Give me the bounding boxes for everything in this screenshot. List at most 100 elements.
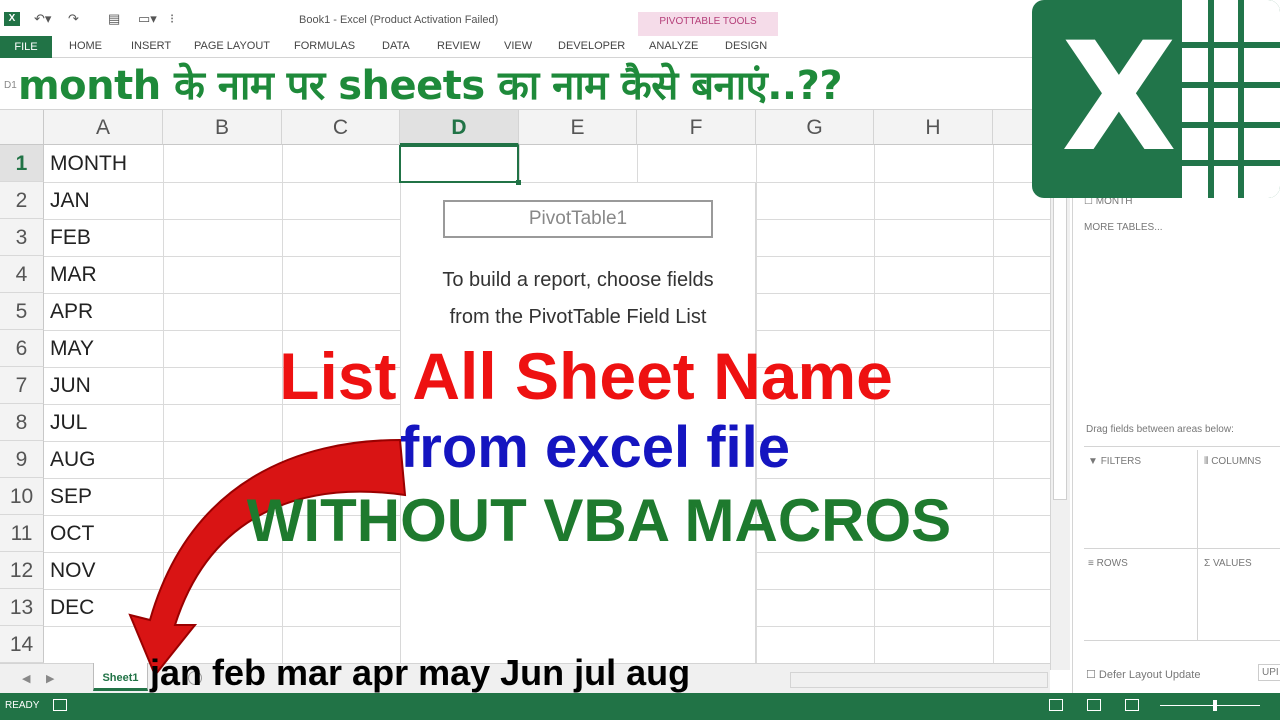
name-box[interactable]: D1 bbox=[4, 80, 17, 91]
filters-area[interactable]: ▼ FILTERS bbox=[1088, 456, 1141, 467]
zoom-slider[interactable] bbox=[1160, 705, 1260, 706]
row-header-8[interactable]: 8 bbox=[0, 404, 44, 441]
tab-insert[interactable]: INSERT bbox=[131, 40, 171, 52]
cell-a4[interactable]: MAR bbox=[50, 256, 160, 293]
zoom-slider-knob[interactable] bbox=[1213, 700, 1217, 711]
cell-a2[interactable]: JAN bbox=[50, 182, 160, 219]
divider bbox=[1084, 446, 1280, 447]
pivot-hint: To build a report, choose fields from th… bbox=[400, 262, 756, 336]
page-layout-view-icon[interactable] bbox=[1087, 699, 1101, 711]
open-icon[interactable]: ▭▾ bbox=[138, 11, 157, 27]
divider bbox=[1197, 450, 1198, 640]
filters-label: FILTERS bbox=[1100, 456, 1142, 467]
tab-formulas[interactable]: FORMULAS bbox=[294, 40, 355, 52]
row-header-11[interactable]: 11 bbox=[0, 515, 44, 552]
row-header-2[interactable]: 2 bbox=[0, 182, 44, 219]
cell-a1[interactable]: MONTH bbox=[50, 145, 160, 182]
vertical-scroll-thumb[interactable] bbox=[1053, 150, 1067, 500]
column-header-c[interactable]: C bbox=[282, 110, 400, 145]
excel-logo-line bbox=[1238, 0, 1244, 198]
column-header-g[interactable]: G bbox=[756, 110, 874, 145]
status-ready: READY bbox=[5, 700, 40, 711]
tab-prev-icon[interactable]: ◀ bbox=[22, 672, 30, 685]
cell-a5[interactable]: APR bbox=[50, 293, 160, 330]
row-header-5[interactable]: 5 bbox=[0, 293, 44, 330]
horizontal-scrollbar[interactable] bbox=[790, 672, 1048, 688]
tab-developer[interactable]: DEVELOPER bbox=[558, 40, 625, 52]
row-header-4[interactable]: 4 bbox=[0, 256, 44, 293]
page-break-view-icon[interactable] bbox=[1125, 699, 1139, 711]
tab-review[interactable]: REVIEW bbox=[437, 40, 480, 52]
more-tables-link[interactable]: MORE TABLES... bbox=[1084, 222, 1163, 233]
active-cell-d1[interactable] bbox=[399, 145, 521, 185]
pivottable-tools-label: PIVOTTABLE TOOLS bbox=[638, 12, 778, 36]
rows-area[interactable]: ≡ ROWS bbox=[1088, 558, 1128, 569]
cell-a7[interactable]: JUN bbox=[50, 367, 160, 404]
pivot-hint-line1: To build a report, choose fields bbox=[442, 269, 714, 291]
customize-qat-icon[interactable]: ⁝ bbox=[170, 11, 174, 27]
file-tab[interactable]: FILE bbox=[0, 36, 52, 58]
month-sheet-names: jan feb mar apr may Jun jul aug bbox=[150, 652, 691, 693]
tab-page-layout[interactable]: PAGE LAYOUT bbox=[194, 40, 270, 52]
select-all-corner[interactable] bbox=[0, 110, 44, 145]
redo-icon[interactable]: ↷ bbox=[68, 11, 79, 27]
pivot-table-name: PivotTable1 bbox=[443, 200, 713, 238]
defer-layout-checkbox[interactable]: ☐ Defer Layout Update bbox=[1086, 668, 1200, 681]
undo-icon[interactable]: ↶▾ bbox=[34, 11, 51, 27]
pivot-hint-line2: from the PivotTable Field List bbox=[449, 306, 707, 328]
values-area[interactable]: Σ VALUES bbox=[1204, 558, 1252, 569]
excel-logo-line bbox=[1208, 0, 1214, 198]
row-header-12[interactable]: 12 bbox=[0, 552, 44, 589]
row-header-9[interactable]: 9 bbox=[0, 441, 44, 478]
cell-a6[interactable]: MAY bbox=[50, 330, 160, 367]
column-header-f[interactable]: F bbox=[637, 110, 756, 145]
tab-data[interactable]: DATA bbox=[382, 40, 410, 52]
columns-icon: ⦀ bbox=[1204, 456, 1209, 467]
excel-logo-sheet bbox=[1182, 0, 1280, 198]
column-header-e[interactable]: E bbox=[519, 110, 637, 145]
column-header-a[interactable]: A bbox=[44, 110, 163, 145]
row-header-3[interactable]: 3 bbox=[0, 219, 44, 256]
divider bbox=[1084, 548, 1280, 549]
window-title: Book1 - Excel (Product Activation Failed… bbox=[299, 14, 499, 26]
row-header-1[interactable]: 1 bbox=[0, 145, 44, 182]
column-header-h[interactable]: H bbox=[874, 110, 993, 145]
update-button[interactable]: UPI bbox=[1258, 664, 1280, 681]
columns-label: COLUMNS bbox=[1211, 456, 1262, 467]
tab-view[interactable]: VIEW bbox=[504, 40, 532, 52]
headline-line1: List All Sheet Name bbox=[279, 339, 893, 413]
divider bbox=[1084, 640, 1280, 641]
excel-logo-x: X bbox=[1061, 11, 1177, 185]
row-header-10[interactable]: 10 bbox=[0, 478, 44, 515]
cell-a3[interactable]: FEB bbox=[50, 219, 160, 256]
headline-line2: from excel file bbox=[399, 415, 791, 480]
excel-logo-line bbox=[1182, 82, 1280, 88]
column-header-d[interactable]: D bbox=[400, 110, 519, 145]
row-header-7[interactable]: 7 bbox=[0, 367, 44, 404]
defer-label: Defer Layout Update bbox=[1098, 669, 1201, 681]
macro-record-icon[interactable] bbox=[53, 699, 67, 711]
columns-area[interactable]: ⦀ COLUMNS bbox=[1204, 456, 1261, 467]
row-header-13[interactable]: 13 bbox=[0, 589, 44, 626]
headline-line3: WITHOUT VBA MACROS bbox=[246, 487, 952, 554]
hindi-heading: month के नाम पर sheets का नाम कैसे बनाएं… bbox=[18, 63, 843, 109]
excel-logo-line bbox=[1182, 122, 1280, 128]
excel-logo-line bbox=[1182, 42, 1280, 48]
row-header-6[interactable]: 6 bbox=[0, 330, 44, 367]
excel-logo-line bbox=[1182, 160, 1280, 166]
tab-design[interactable]: DESIGN bbox=[725, 40, 767, 52]
save-icon[interactable]: ▤ bbox=[108, 11, 120, 27]
sigma-icon: Σ bbox=[1204, 558, 1211, 569]
tab-next-icon[interactable]: ▶ bbox=[46, 672, 54, 685]
tab-analyze[interactable]: ANALYZE bbox=[649, 40, 698, 52]
rows-label: ROWS bbox=[1096, 558, 1128, 569]
excel-logo-icon: X bbox=[1032, 0, 1280, 198]
tab-home[interactable]: HOME bbox=[69, 40, 102, 52]
normal-view-icon[interactable] bbox=[1049, 699, 1063, 711]
row-header-14[interactable]: 14 bbox=[0, 626, 44, 663]
excel-app-icon[interactable]: X bbox=[4, 12, 20, 26]
column-header-b[interactable]: B bbox=[163, 110, 282, 145]
drag-fields-hint: Drag fields between areas below: bbox=[1086, 424, 1234, 435]
values-label: VALUES bbox=[1212, 558, 1252, 569]
filter-icon: ▼ bbox=[1088, 456, 1098, 467]
